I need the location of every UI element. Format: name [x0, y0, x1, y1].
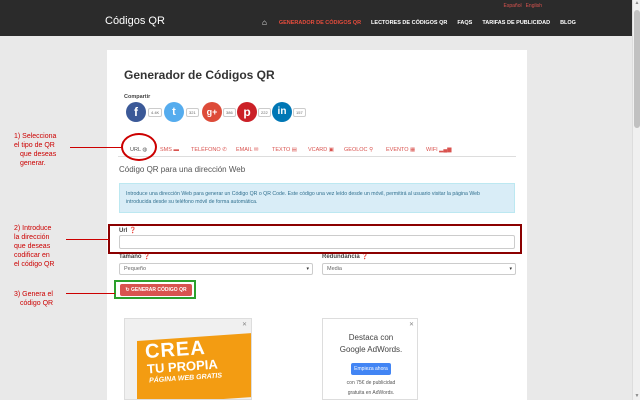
annotation-arrow-3 [66, 293, 115, 294]
size-select[interactable]: Pequeño ▾ [119, 263, 313, 275]
chevron-down-icon: ▾ [306, 266, 309, 272]
annotation-box-generate [114, 280, 196, 299]
pinterest-count: 222 [258, 108, 271, 117]
info-box: Introduce una dirección Web para generar… [119, 183, 515, 213]
google-plus-count: 386 [223, 108, 236, 117]
nav-tarifas[interactable]: TARIFAS DE PUBLICIDAD [482, 20, 550, 26]
nav-faqs[interactable]: FAQS [457, 20, 472, 26]
calendar-icon: ▦ [410, 147, 416, 153]
ad-banner-left[interactable]: ✕ CREA TU PROPIA PÁGINA WEB GRATIS [124, 318, 252, 400]
redundancy-label: Redundancia ❓ [322, 254, 369, 260]
annotation-arrow-1 [70, 147, 122, 148]
main-nav: ⌂ GENERADOR DE CÓDIGOS QR LECTORES DE CÓ… [262, 18, 586, 27]
tab-email[interactable]: EMAIL ✉ [236, 147, 258, 153]
tab-wifi[interactable]: WIFI ▂▄▆ [426, 147, 452, 153]
tab-evento[interactable]: EVENTO ▦ [386, 147, 415, 153]
twitter-count: 321 [186, 108, 199, 117]
contact-icon: ▣ [328, 147, 334, 153]
size-label: Tamaño ❓ [119, 254, 151, 260]
sms-icon: ▬ [173, 147, 179, 153]
facebook-icon[interactable]: f [126, 102, 146, 122]
linkedin-count: 157 [293, 108, 306, 117]
annotation-step3: 3) Genera el código QR [14, 291, 54, 307]
home-icon[interactable]: ⌂ [262, 18, 267, 27]
page-title: Generador de Códigos QR [124, 68, 275, 82]
annotation-step2: 2) Introduce la dirección que deseas cod… [14, 225, 55, 268]
google-plus-icon[interactable]: g+ [202, 102, 222, 122]
facebook-count: 4.4K [148, 108, 163, 117]
top-navbar: Códigos QR Español English ⌂ GENERADOR D… [0, 0, 632, 36]
ad-cta-button[interactable]: Empieza ahora [351, 363, 391, 375]
annotation-box-url [108, 224, 522, 254]
linkedin-icon[interactable]: in [272, 102, 292, 122]
envelope-icon: ✉ [253, 147, 259, 153]
nav-generador[interactable]: GENERADOR DE CÓDIGOS QR [279, 20, 361, 26]
tab-texto[interactable]: TEXTO ▤ [272, 147, 297, 153]
tab-telefono[interactable]: TELÉFONO ✆ [191, 147, 227, 153]
help-icon[interactable]: ❓ [361, 254, 368, 260]
map-marker-icon: ⚲ [369, 147, 374, 153]
ad-banner-right[interactable]: ✕ Destaca con Google AdWords. Empieza ah… [322, 318, 418, 400]
scroll-down-icon[interactable]: ▼ [634, 393, 640, 399]
lang-es[interactable]: Español [504, 3, 522, 9]
annotation-circle [121, 133, 157, 161]
scroll-up-icon[interactable]: ▲ [634, 0, 640, 6]
twitter-icon[interactable]: t [164, 102, 184, 122]
help-icon[interactable]: ❓ [143, 254, 150, 260]
language-switcher: Español English [504, 3, 542, 9]
scroll-thumb[interactable] [634, 10, 640, 128]
chevron-down-icon: ▾ [509, 266, 512, 272]
annotation-step1: 1) Selecciona el tipo de QR que deseas g… [14, 133, 57, 167]
close-icon[interactable]: ✕ [242, 321, 247, 328]
redundancy-select[interactable]: Media ▾ [322, 263, 516, 275]
pinterest-icon[interactable]: p [237, 102, 257, 122]
share-label: Compartir [124, 94, 151, 100]
signal-icon: ▂▄▆ [439, 147, 452, 153]
qr-type-tabs: URL ◍ SMS ▬ TELÉFONO ✆ EMAIL ✉ TEXTO ▤ V… [118, 141, 516, 157]
section-title: Código QR para una dirección Web [119, 165, 246, 174]
nav-lectores[interactable]: LECTORES DE CÓDIGOS QR [371, 20, 447, 26]
brand-logo[interactable]: Códigos QR [105, 15, 165, 27]
annotation-arrow-2 [66, 239, 109, 240]
nav-blog[interactable]: BLOG [560, 20, 576, 26]
tab-geoloc[interactable]: GEOLOC ⚲ [344, 147, 373, 153]
tab-sms[interactable]: SMS ▬ [160, 147, 179, 153]
vertical-scrollbar[interactable]: ▲ ▼ [632, 0, 640, 400]
lang-en[interactable]: English [526, 3, 542, 9]
document-icon: ▤ [291, 147, 297, 153]
tab-vcard[interactable]: VCARD ▣ [308, 147, 334, 153]
close-icon[interactable]: ✕ [409, 321, 414, 328]
phone-icon: ✆ [222, 147, 227, 153]
